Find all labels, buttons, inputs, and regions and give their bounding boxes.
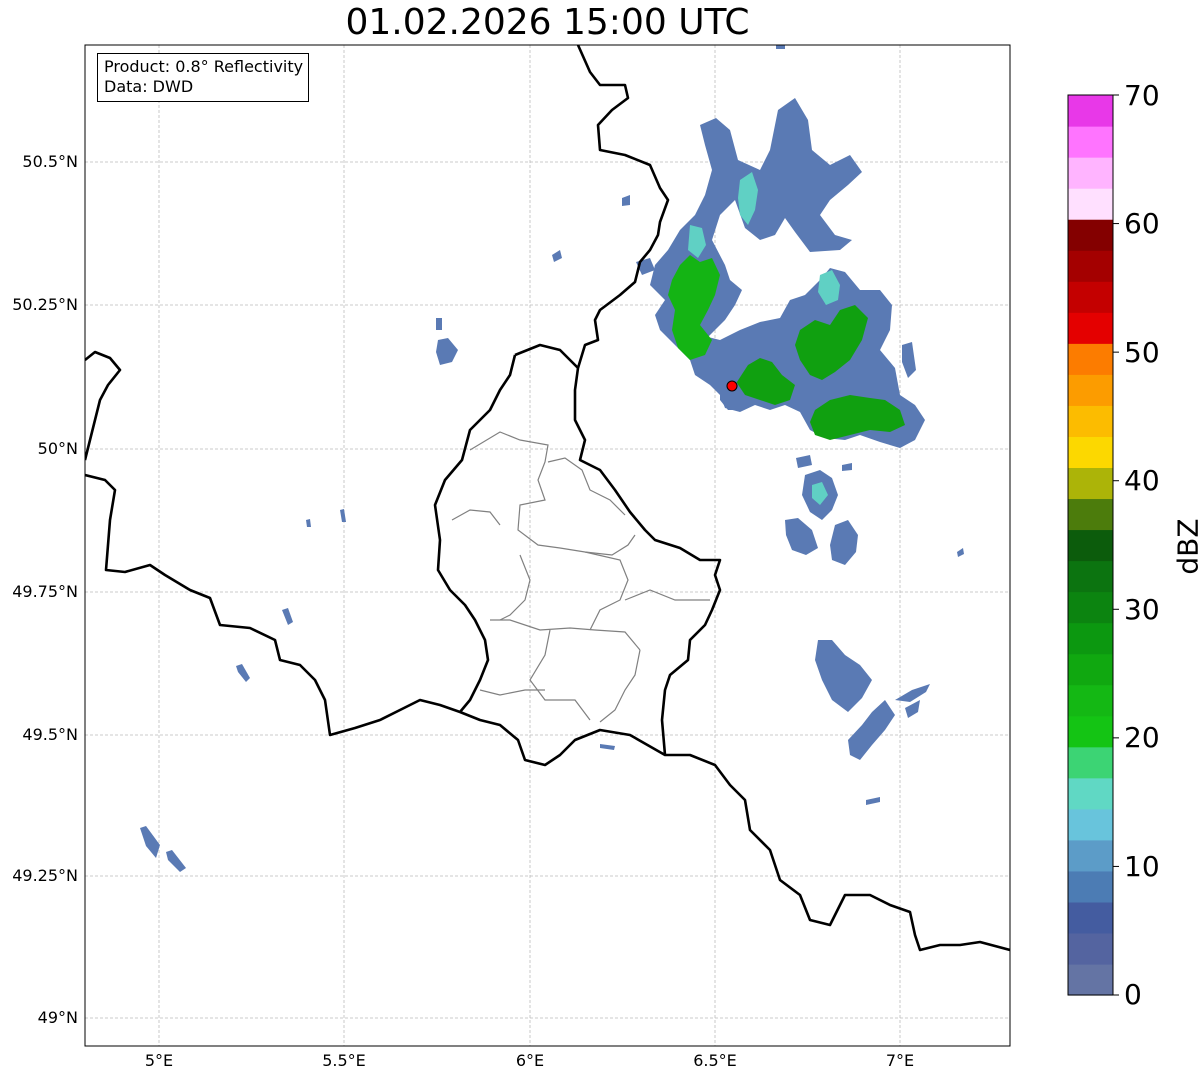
colorbar-segment: [1068, 560, 1113, 593]
colorbar: [1068, 95, 1113, 996]
colorbar-segment: [1068, 622, 1113, 655]
colorbar-segment: [1068, 529, 1113, 562]
colorbar-segment: [1068, 746, 1113, 779]
info-box: Product: 0.8° Reflectivity Data: DWD: [97, 53, 310, 102]
colorbar-segment: [1068, 157, 1113, 189]
lat-tick-label: 50.5°N: [22, 152, 78, 171]
colorbar-segment: [1068, 777, 1113, 810]
colorbar-segment: [1068, 932, 1113, 965]
colorbar-segment: [1068, 126, 1113, 158]
colorbar-segment: [1068, 839, 1113, 872]
colorbar-segment: [1068, 498, 1113, 531]
colorbar-segment: [1068, 808, 1113, 841]
lat-tick-label: 49.25°N: [12, 866, 78, 885]
colorbar-tick-label: 30: [1124, 593, 1160, 626]
lon-tick-label: 5°E: [144, 1051, 174, 1070]
lat-tick-label: 49.75°N: [12, 582, 78, 601]
colorbar-tick-label: 40: [1124, 464, 1160, 497]
lon-tick-label: 6.5°E: [693, 1051, 737, 1070]
colorbar-segment: [1068, 901, 1113, 934]
colorbar-tick-label: 10: [1124, 850, 1160, 883]
colorbar-segment: [1068, 591, 1113, 624]
colorbar-tick-label: 0: [1124, 978, 1142, 1011]
colorbar-segment: [1068, 312, 1113, 344]
info-data-source: Data: DWD: [104, 77, 194, 96]
colorbar-title: dBZ: [1171, 518, 1202, 575]
colorbar-segment: [1068, 250, 1113, 282]
colorbar-segment: [1068, 684, 1113, 717]
lon-tick-label: 7°E: [885, 1051, 915, 1070]
lat-tick-label: 50.25°N: [12, 295, 78, 314]
colorbar-tick-label: 70: [1124, 79, 1160, 112]
lat-tick-label: 49.5°N: [22, 725, 78, 744]
colorbar-segment: [1068, 715, 1113, 748]
colorbar-segment: [1068, 374, 1113, 406]
radar-site-marker: [726, 380, 738, 392]
colorbar-tick-label: 50: [1124, 336, 1160, 369]
lat-tick-label: 50°N: [37, 439, 78, 458]
colorbar-tick-label: 60: [1124, 207, 1160, 240]
colorbar-segment: [1068, 436, 1113, 469]
colorbar-tick-label: 20: [1124, 721, 1160, 754]
colorbar-segment: [1068, 343, 1113, 375]
lat-tick-label: 49°N: [37, 1008, 78, 1027]
lon-tick-label: 5.5°E: [322, 1051, 366, 1070]
colorbar-segment: [1068, 653, 1113, 686]
colorbar-segment: [1068, 188, 1113, 220]
lon-tick-label: 6°E: [515, 1051, 545, 1070]
colorbar-segment: [1068, 405, 1113, 437]
radar-map: [84, 44, 1119, 1047]
colorbar-segment: [1068, 281, 1113, 313]
info-product: Product: 0.8° Reflectivity: [104, 57, 304, 76]
colorbar-segment: [1068, 963, 1113, 996]
colorbar-segment: [1068, 219, 1113, 251]
colorbar-segment: [1068, 870, 1113, 903]
colorbar-segment: [1068, 467, 1113, 500]
colorbar-ticks: [1113, 94, 1119, 996]
colorbar-segment: [1068, 95, 1113, 127]
